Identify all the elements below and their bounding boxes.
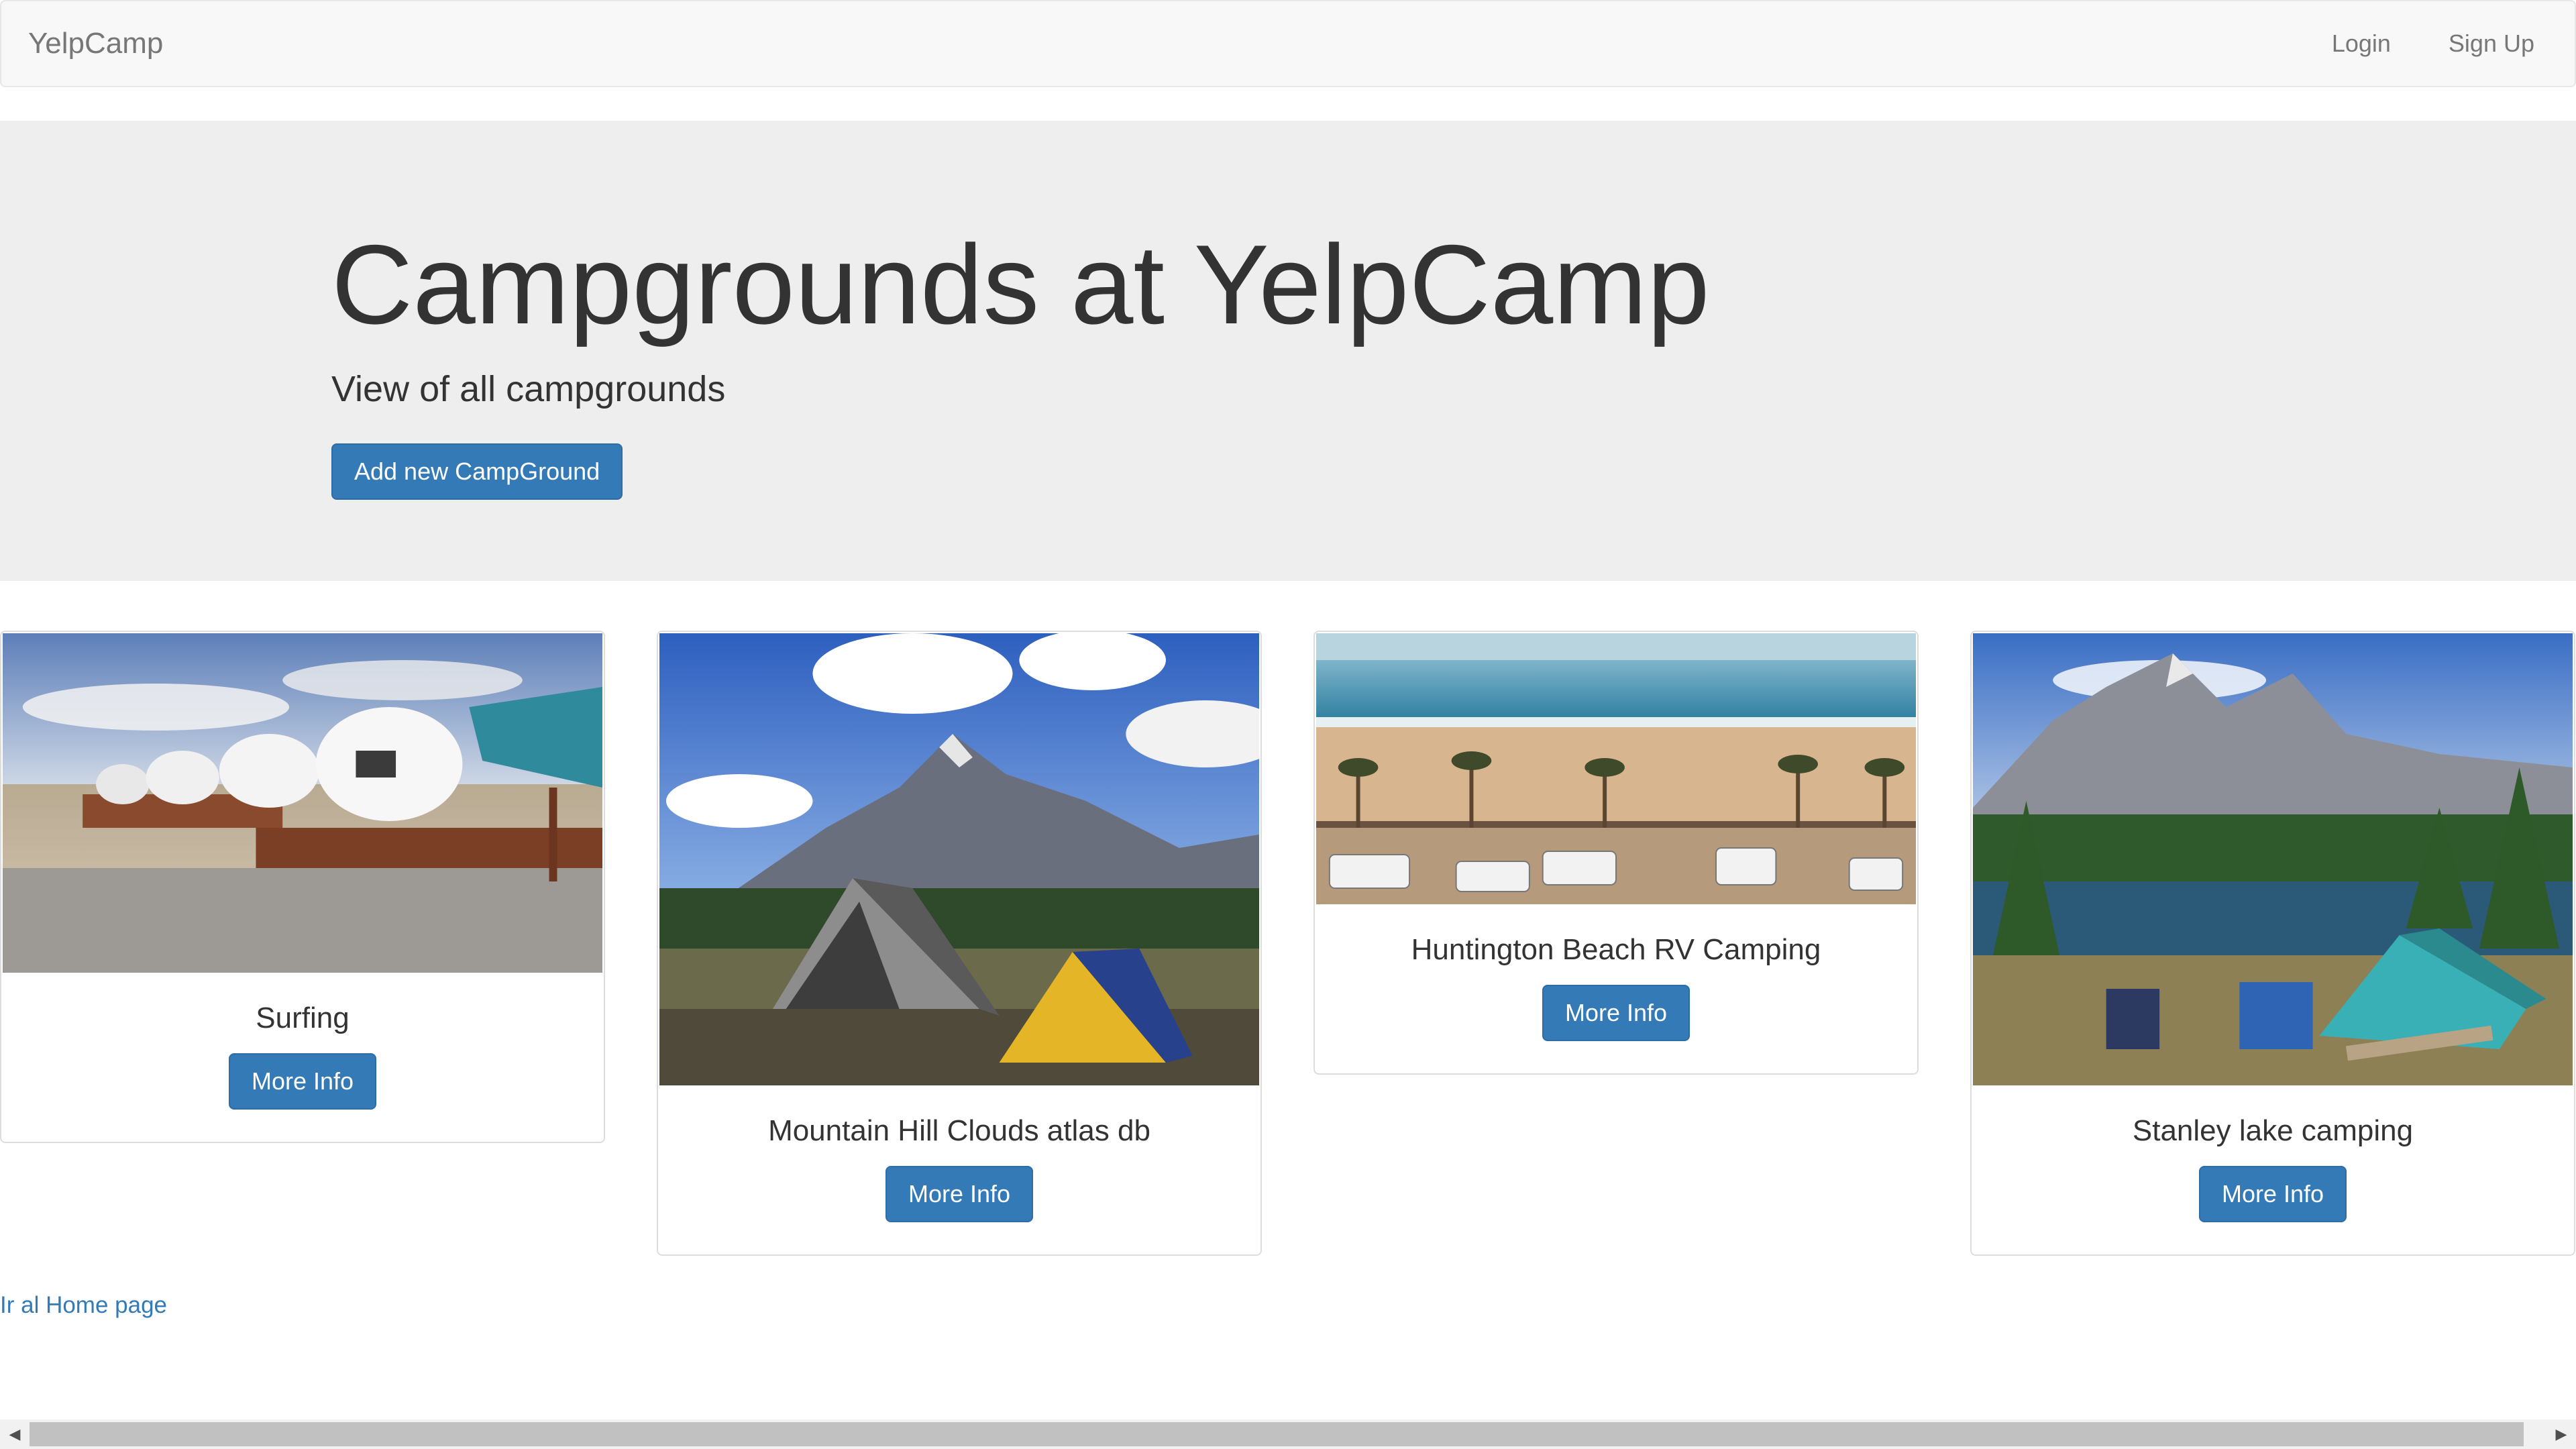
campground-name: Huntington Beach RV Camping bbox=[1411, 933, 1821, 966]
campground-card: Surfing More Info bbox=[0, 631, 605, 1143]
campground-card: Mountain Hill Clouds atlas db More Info bbox=[657, 631, 1262, 1256]
brand-link[interactable]: YelpCamp bbox=[28, 1, 163, 86]
campground-name: Surfing bbox=[256, 1002, 350, 1034]
jumbotron: Campgrounds at YelpCamp View of all camp… bbox=[0, 121, 2576, 581]
campground-card: Huntington Beach RV Camping More Info bbox=[1313, 631, 1919, 1075]
campground-image[interactable] bbox=[3, 633, 602, 973]
more-info-button[interactable]: More Info bbox=[1542, 985, 1690, 1041]
campground-name: Stanley lake camping bbox=[2132, 1114, 2414, 1147]
home-page-link[interactable]: Ir al Home page bbox=[0, 1292, 167, 1319]
campground-image[interactable] bbox=[1973, 633, 2573, 1085]
beach-domes-photo bbox=[3, 633, 602, 973]
beach-rv-photo bbox=[1316, 633, 1916, 904]
signup-link[interactable]: Sign Up bbox=[2449, 1, 2534, 86]
mountain-tents-photo bbox=[659, 633, 1259, 1085]
navbar: YelpCamp Login Sign Up bbox=[0, 0, 2576, 87]
scrollbar-thumb[interactable] bbox=[30, 1422, 2524, 1446]
page-title: Campgrounds at YelpCamp bbox=[331, 221, 1710, 347]
more-info-button[interactable]: More Info bbox=[228, 1053, 377, 1110]
more-info-button[interactable]: More Info bbox=[2198, 1166, 2347, 1222]
navbar-right: Login Sign Up bbox=[2274, 1, 2534, 86]
login-link[interactable]: Login bbox=[2332, 1, 2391, 86]
add-campground-button[interactable]: Add new CampGround bbox=[331, 443, 623, 500]
lake-tent-photo bbox=[1973, 633, 2573, 1085]
campground-image[interactable] bbox=[1316, 633, 1916, 904]
caret-left-icon[interactable]: ◀ bbox=[0, 1419, 30, 1449]
campground-image[interactable] bbox=[659, 633, 1259, 1085]
campground-name: Mountain Hill Clouds atlas db bbox=[768, 1114, 1150, 1147]
page-subtitle: View of all campgrounds bbox=[331, 369, 726, 409]
horizontal-scrollbar[interactable]: ◀ ▶ bbox=[0, 1419, 2576, 1449]
campground-card: Stanley lake camping More Info bbox=[1970, 631, 2575, 1256]
caret-right-icon[interactable]: ▶ bbox=[2546, 1419, 2576, 1449]
more-info-button[interactable]: More Info bbox=[885, 1166, 1034, 1222]
